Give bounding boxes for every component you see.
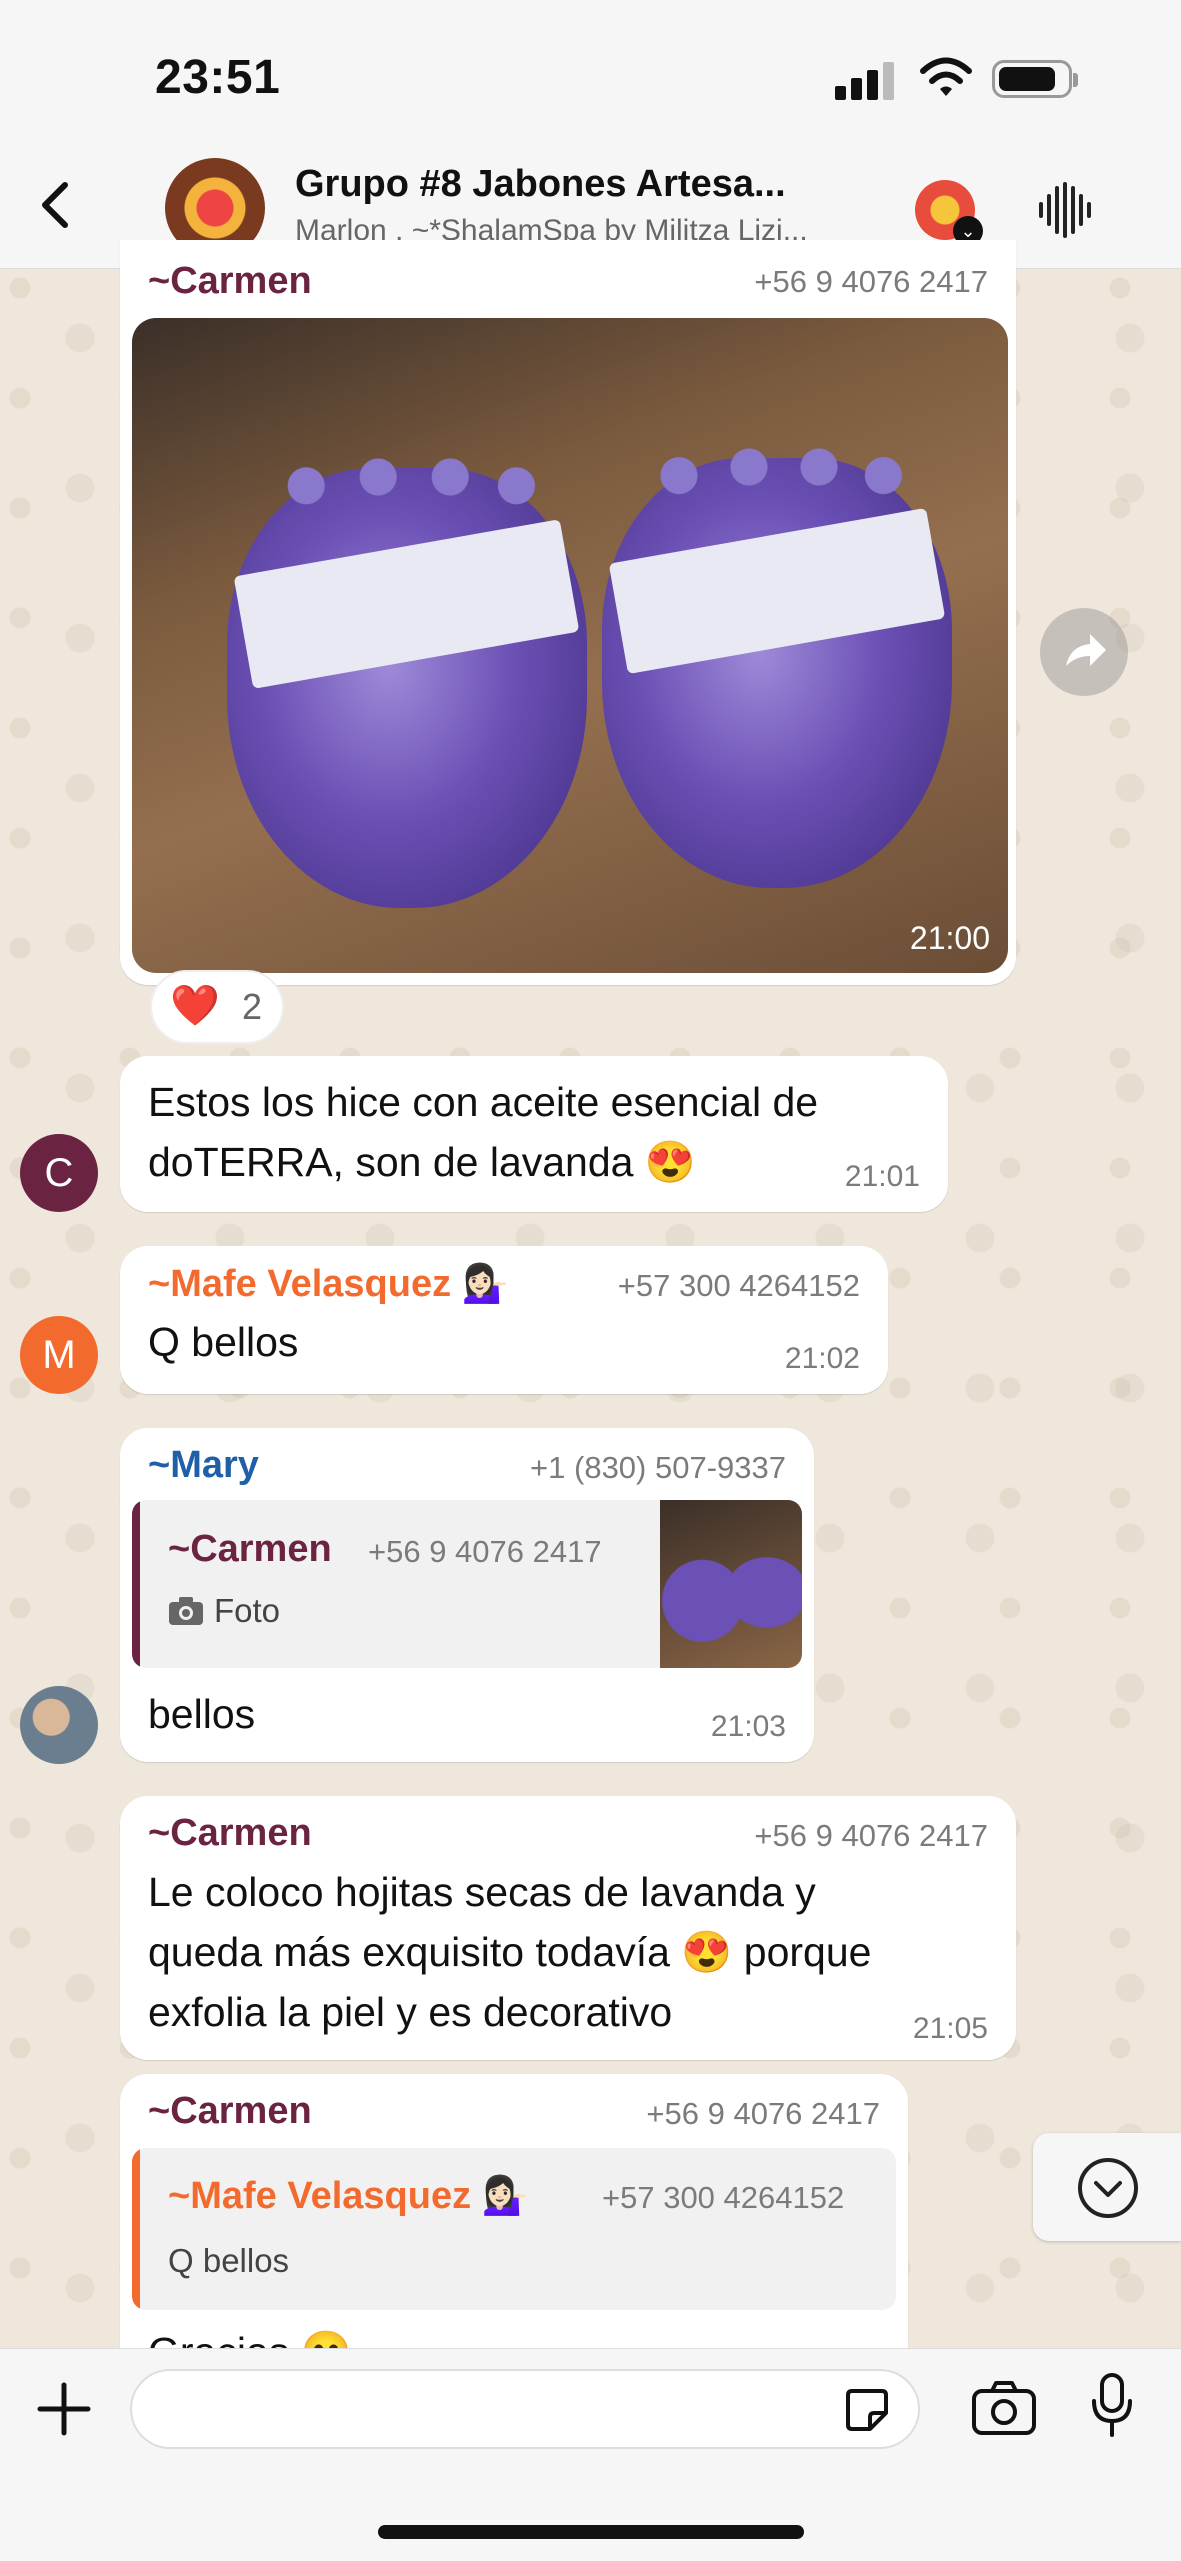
photo-timestamp: 21:00 bbox=[909, 920, 990, 956]
message-bubble[interactable]: ~Carmen +56 9 4076 2417 ~Mafe Velasquez … bbox=[120, 2074, 908, 2375]
message-bubble-photo[interactable]: ~Carmen +56 9 4076 2417 21:00 bbox=[120, 240, 1016, 985]
battery-icon bbox=[992, 60, 1078, 98]
quoted-text: Foto bbox=[214, 1592, 281, 1629]
status-bar: 23:51 bbox=[0, 0, 1181, 150]
message-text-line: Estos los hice con aceite esencial de bbox=[148, 1079, 819, 1125]
message-text-line: exfolia la piel y es decorativo bbox=[148, 1989, 673, 2035]
reaction-count: 2 bbox=[242, 986, 263, 1027]
scroll-to-bottom-button[interactable] bbox=[1033, 2133, 1181, 2241]
avatar-carmen[interactable]: C bbox=[20, 1134, 98, 1212]
quoted-photo-thumbnail bbox=[660, 1500, 802, 1668]
status-time: 23:51 bbox=[155, 51, 281, 104]
sender-name: ~Mary bbox=[148, 1444, 259, 1486]
message-input[interactable] bbox=[130, 2369, 920, 2449]
wifi-icon bbox=[920, 57, 972, 96]
forward-icon[interactable] bbox=[1040, 608, 1128, 696]
message-timestamp: 21:03 bbox=[710, 1710, 786, 1743]
sender-name: ~Carmen bbox=[148, 1812, 312, 1854]
message-text-line: doTERRA, son de lavanda 😍 bbox=[148, 1139, 696, 1185]
message-bubble[interactable]: ~Mary +1 (830) 507-9337 ~Carmen +56 9 40… bbox=[120, 1428, 814, 1762]
message-text-line: queda más exquisito todavía 😍 porque bbox=[148, 1929, 872, 1975]
group-title[interactable]: Grupo #8 Jabones Artesa... bbox=[295, 163, 875, 206]
message-bubble[interactable]: ~Mafe Velasquez 💁🏻‍♀️ +57 300 4264152 Q … bbox=[120, 1246, 888, 1394]
soap-photo[interactable]: 21:00 bbox=[132, 318, 1008, 973]
message-bubble[interactable]: Estos los hice con aceite esencial de do… bbox=[120, 1056, 948, 1212]
camera-icon[interactable] bbox=[970, 2377, 1038, 2437]
chevron-down-icon bbox=[1078, 2158, 1138, 2218]
heart-icon: ❤️ bbox=[170, 984, 220, 1028]
quoted-message[interactable]: ~Carmen +56 9 4076 2417 Foto bbox=[132, 1500, 802, 1668]
microphone-icon[interactable] bbox=[1086, 2371, 1138, 2441]
quoted-sender: ~Carmen bbox=[168, 1528, 332, 1570]
sender-name: ~Mafe Velasquez 💁🏻‍♀️ bbox=[148, 1263, 509, 1305]
sender-phone: +1 (830) 507-9337 bbox=[530, 1450, 786, 1485]
message-bubble[interactable]: ~Carmen +56 9 4076 2417 Le coloco hojita… bbox=[120, 1796, 1016, 2060]
message-timestamp: 21:05 bbox=[912, 2012, 988, 2045]
cell-signal-icon bbox=[835, 60, 895, 100]
sender-phone: +56 9 4076 2417 bbox=[754, 1818, 988, 1853]
message-timestamp: 21:01 bbox=[844, 1160, 920, 1193]
sender-phone: +57 300 4264152 bbox=[617, 1268, 860, 1303]
sticker-status-icon[interactable]: ⌄ bbox=[915, 180, 983, 246]
sticker-icon[interactable] bbox=[844, 2387, 890, 2433]
quoted-message[interactable]: ~Mafe Velasquez 💁🏻‍♀️ +57 300 4264152 Q … bbox=[132, 2148, 896, 2310]
message-text: Q bellos bbox=[148, 1319, 299, 1365]
message-text-line: Le coloco hojitas secas de lavanda y bbox=[148, 1869, 816, 1915]
avatar-mafe[interactable]: M bbox=[20, 1316, 98, 1394]
sender-name: ~Carmen bbox=[148, 260, 312, 302]
avatar-mary[interactable] bbox=[20, 1686, 98, 1764]
sender-phone: +56 9 4076 2417 bbox=[646, 2096, 880, 2131]
message-timestamp: 21:02 bbox=[784, 1342, 860, 1375]
sender-phone: +56 9 4076 2417 bbox=[754, 264, 988, 299]
quoted-phone: +56 9 4076 2417 bbox=[368, 1534, 602, 1569]
soap-bar-right bbox=[602, 423, 952, 888]
plus-icon[interactable] bbox=[34, 2379, 94, 2439]
voice-chat-waveform-icon[interactable] bbox=[1035, 180, 1095, 240]
quoted-phone: +57 300 4264152 bbox=[602, 2180, 845, 2215]
reaction-badge[interactable]: ❤️ 2 bbox=[150, 970, 284, 1044]
quoted-sender: ~Mafe Velasquez 💁🏻‍♀️ bbox=[168, 2175, 529, 2217]
sender-name: ~Carmen bbox=[148, 2090, 312, 2132]
message-text: bellos bbox=[148, 1691, 256, 1737]
message-composer bbox=[0, 2348, 1181, 2561]
camera-icon bbox=[169, 1597, 203, 1625]
soap-bar-left bbox=[227, 432, 587, 908]
back-chevron-icon[interactable] bbox=[25, 175, 85, 235]
quoted-text: Q bellos bbox=[168, 2242, 290, 2279]
home-indicator bbox=[378, 2525, 804, 2539]
